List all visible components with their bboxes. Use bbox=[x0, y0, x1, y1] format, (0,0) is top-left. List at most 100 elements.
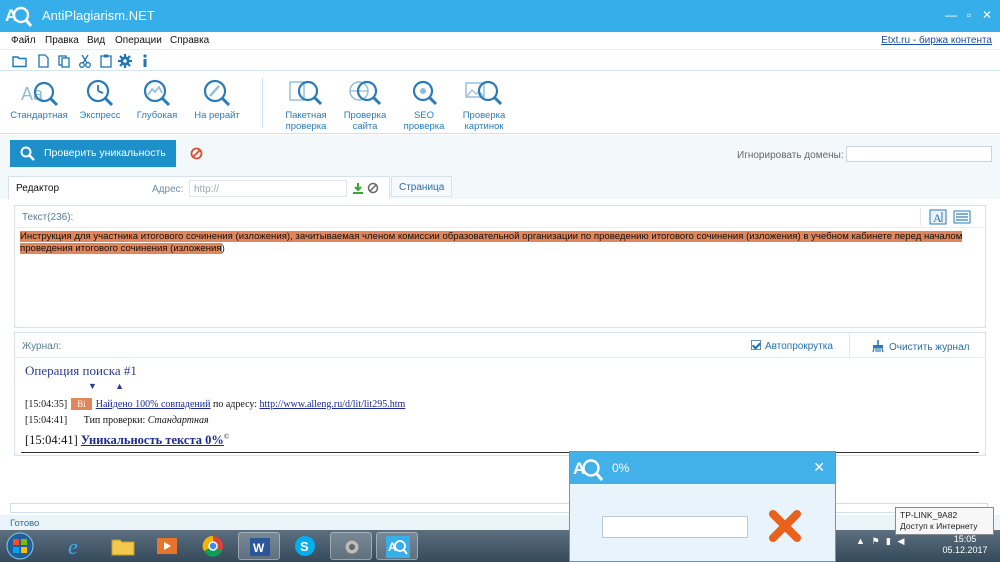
rewrite-check-icon bbox=[203, 79, 231, 107]
taskbar-antiplagiarism[interactable]: A bbox=[376, 532, 418, 560]
menu-file[interactable]: Файл bbox=[11, 35, 36, 46]
mode-deep-button[interactable]: Глубокая bbox=[134, 78, 180, 121]
source-url-link[interactable]: http://www.alleng.ru/d/lit/lit295.htm bbox=[260, 399, 406, 410]
windows-start-icon[interactable] bbox=[2, 531, 38, 561]
taskbar-ie[interactable]: e bbox=[56, 532, 98, 560]
taskbar-media[interactable] bbox=[146, 532, 188, 560]
journal-log: Операция поиска #1 ▼ ▲ [15:04:35] Bi Найде… bbox=[25, 363, 975, 447]
tray-arrow-icon[interactable]: ▲ bbox=[856, 536, 865, 546]
taskbar-clock[interactable]: 15:05 05.12.2017 bbox=[940, 534, 990, 556]
system-tray: ▲ ⚑ ▮ ◀ bbox=[856, 536, 904, 547]
journal-header: Журнал: Автопрокрутка Очистить журнал bbox=[15, 333, 985, 358]
image-check-label-1: Проверка bbox=[462, 110, 506, 121]
menu-edit[interactable]: Правка bbox=[45, 35, 79, 46]
cut-icon[interactable] bbox=[77, 53, 93, 69]
text-editor-panel: Текст(236): A Инструкция для участника и… bbox=[14, 205, 986, 328]
close-icon[interactable]: ✕ bbox=[813, 459, 825, 476]
expand-collapse-arrows[interactable]: ▼ ▲ bbox=[88, 381, 132, 391]
mode-express-button[interactable]: Экспресс bbox=[76, 78, 124, 121]
flag-icon[interactable]: ⚑ bbox=[871, 536, 879, 546]
batch-check-label-2: проверка bbox=[285, 121, 327, 132]
quick-toolbar bbox=[0, 51, 1000, 71]
mode-rewrite-button[interactable]: На рерайт bbox=[190, 78, 244, 121]
seo-check-button[interactable]: SEO проверка bbox=[400, 78, 448, 132]
gear-icon[interactable] bbox=[117, 53, 133, 69]
tab-page[interactable]: Страница bbox=[391, 176, 452, 197]
mode-rewrite-label: На рерайт bbox=[194, 110, 240, 121]
globe-search-icon bbox=[349, 80, 382, 106]
tab-editor-label: Редактор bbox=[16, 183, 60, 194]
stop-icon[interactable] bbox=[190, 147, 203, 160]
taskbar-word[interactable]: W bbox=[238, 532, 280, 560]
maximize-icon[interactable]: ▫ bbox=[962, 8, 976, 22]
site-check-button[interactable]: Проверка сайта bbox=[340, 78, 390, 132]
menu-view[interactable]: Вид bbox=[87, 35, 105, 46]
copy-icon[interactable] bbox=[56, 53, 72, 69]
text-editor-content[interactable]: Инструкция для участника итогового сочин… bbox=[20, 231, 980, 255]
new-file-icon[interactable] bbox=[35, 53, 51, 69]
toolbar-separator bbox=[920, 208, 921, 225]
seo-check-label-1: SEO bbox=[413, 110, 435, 121]
close-icon[interactable]: ✕ bbox=[980, 8, 994, 22]
address-input[interactable]: http:// bbox=[189, 180, 347, 197]
minimize-icon[interactable]: — bbox=[944, 8, 958, 22]
mode-standard-button[interactable]: Aa Стандартная bbox=[8, 78, 70, 121]
info-icon[interactable] bbox=[137, 53, 153, 69]
network-icon[interactable]: ▮ bbox=[886, 536, 891, 546]
ignore-domains-input[interactable] bbox=[846, 146, 992, 162]
text-list-icon[interactable] bbox=[953, 209, 971, 225]
search-icon bbox=[20, 146, 35, 161]
taskbar-settings-app[interactable] bbox=[330, 532, 372, 560]
cancel-x-icon[interactable] bbox=[767, 508, 803, 544]
progress-dialog: A 0% ✕ bbox=[569, 451, 836, 562]
action-bar: Проверить уникальность Игнорировать доме… bbox=[0, 135, 1000, 173]
menu-bar: Файл Правка Вид Операции Справка Etxt.ru… bbox=[0, 32, 1000, 50]
taskbar-skype[interactable]: S bbox=[284, 532, 326, 560]
progress-dialog-header: A 0% ✕ bbox=[570, 452, 835, 484]
match-badge: Bi bbox=[71, 398, 92, 410]
image-check-label-2: картинок bbox=[464, 121, 504, 132]
batch-check-label-1: Пакетная bbox=[285, 110, 327, 121]
copyright-mark: © bbox=[223, 433, 230, 441]
journal-title: Журнал: bbox=[22, 341, 62, 352]
mode-deep-label: Глубокая bbox=[136, 110, 178, 121]
check-uniqueness-button[interactable]: Проверить уникальность bbox=[10, 140, 176, 167]
word-icon: W bbox=[250, 538, 270, 556]
autoscroll-checkbox[interactable]: Автопрокрутка bbox=[751, 340, 833, 352]
status-bar: Готово bbox=[0, 515, 1000, 530]
unmatched-text: ) bbox=[221, 243, 225, 254]
menu-help[interactable]: Справка bbox=[170, 35, 209, 46]
text-format-icon[interactable]: A bbox=[929, 209, 947, 225]
clear-address-icon[interactable] bbox=[367, 182, 379, 194]
tab-editor[interactable]: Редактор Адрес: http:// bbox=[8, 176, 390, 199]
site-check-label-2: сайта bbox=[352, 121, 378, 132]
folder-open-icon[interactable] bbox=[12, 53, 28, 69]
menu-operations[interactable]: Операции bbox=[115, 35, 162, 46]
internet-explorer-icon: e bbox=[68, 535, 78, 557]
deep-check-icon bbox=[143, 79, 171, 107]
clock-date: 05.12.2017 bbox=[942, 545, 988, 555]
autoscroll-label: Автопрокрутка bbox=[765, 341, 833, 352]
app-logo-icon: A bbox=[5, 6, 32, 27]
mode-standard-label: Стандартная bbox=[10, 110, 68, 121]
clear-journal-button[interactable]: Очистить журнал bbox=[871, 340, 969, 353]
batch-check-button[interactable]: Пакетная проверка bbox=[280, 78, 332, 132]
seo-check-icon bbox=[412, 80, 438, 106]
folder-icon bbox=[111, 539, 135, 556]
windows-taskbar: e W S A ▲ ⚑ ▮ ◀ 15:05 05.12.2017 bbox=[0, 530, 1000, 562]
network-status: Доступ к Интернету bbox=[900, 521, 978, 531]
taskbar-explorer[interactable] bbox=[102, 532, 144, 560]
svg-text:A: A bbox=[933, 211, 942, 225]
download-icon[interactable] bbox=[352, 182, 364, 194]
journal-header-separator bbox=[849, 333, 850, 358]
etxt-link[interactable]: Etxt.ru - биржа контента bbox=[881, 35, 992, 46]
uniqueness-result-link[interactable]: Уникальность текста 0% bbox=[81, 433, 224, 447]
taskbar-chrome[interactable] bbox=[192, 532, 234, 560]
image-check-button[interactable]: Проверка картинок bbox=[458, 78, 510, 132]
log-text: по адресу: bbox=[210, 399, 260, 410]
matches-found-link[interactable]: Найдено 100% совпадений bbox=[96, 399, 211, 410]
volume-icon[interactable]: ◀ bbox=[898, 536, 905, 546]
svg-text:W: W bbox=[253, 541, 265, 555]
standard-check-icon: Aa bbox=[21, 81, 59, 107]
paste-icon[interactable] bbox=[98, 53, 114, 69]
